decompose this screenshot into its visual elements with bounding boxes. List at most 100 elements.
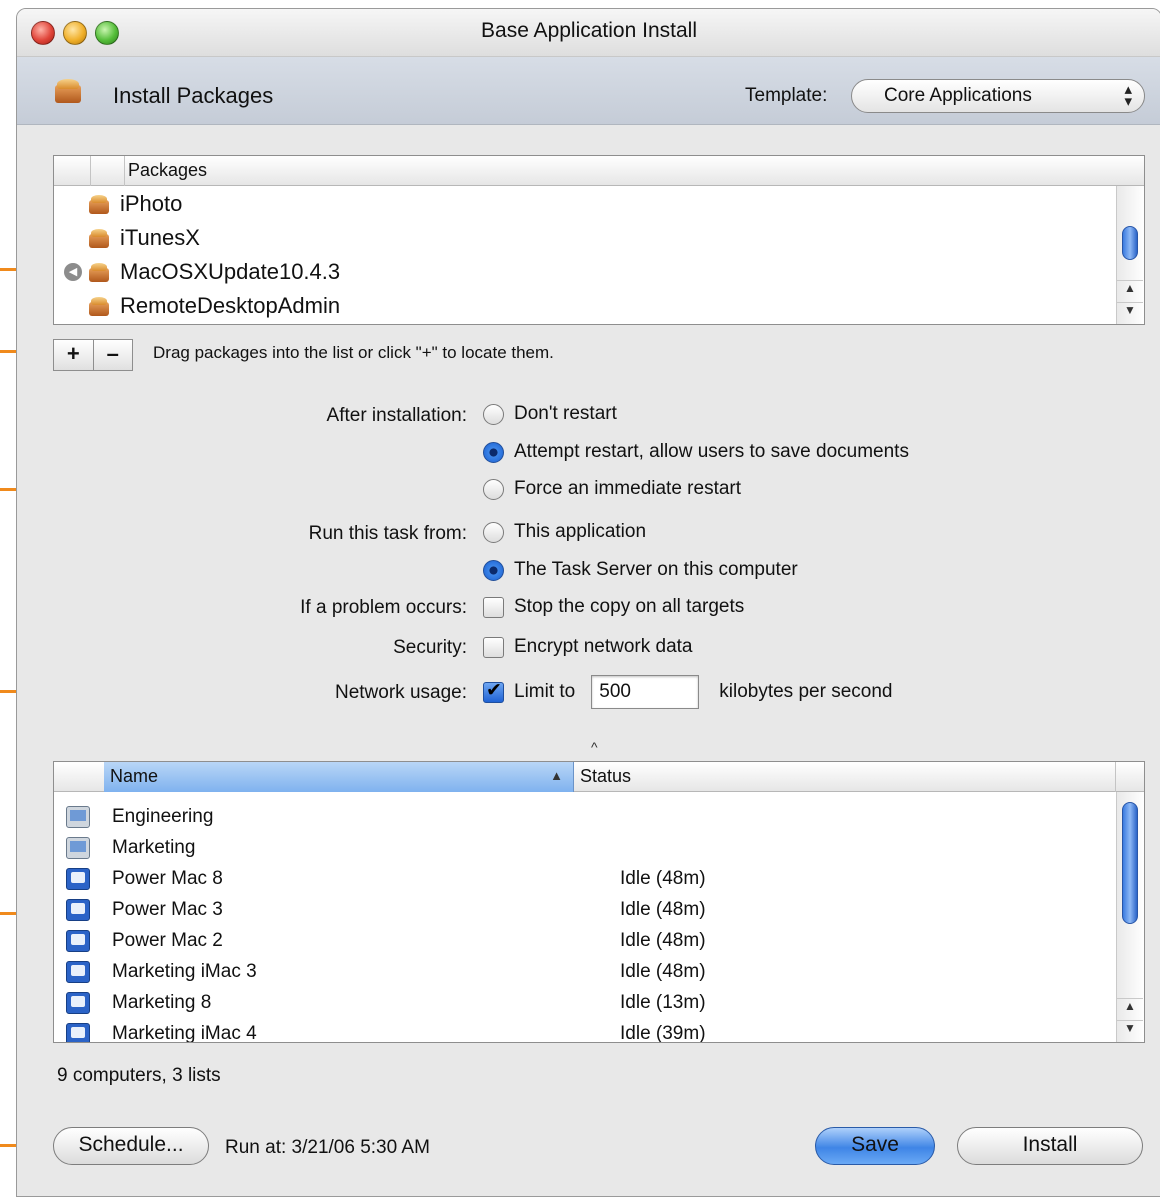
install-window: Base Application Install Install Package…	[16, 8, 1160, 1197]
checkbox-label: Limit to	[514, 681, 576, 702]
radio-task-server[interactable]: The Task Server on this computer	[483, 559, 798, 581]
bandwidth-unit: kilobytes per second	[719, 681, 893, 702]
package-name: MacOSXUpdate10.4.3	[120, 259, 341, 284]
package-row[interactable]: iTunesX	[88, 221, 200, 255]
radio-label: Force an immediate restart	[514, 478, 742, 499]
checkbox-stop-copy[interactable]: Stop the copy on all targets	[483, 596, 744, 618]
computer-row[interactable]: Marketing iMac 4 Idle (39m)	[66, 1018, 1116, 1043]
scroll-up-arrow-icon[interactable]: ▲	[1117, 280, 1143, 302]
package-name: iPhoto	[120, 191, 183, 216]
window-title: Base Application Install	[481, 19, 697, 42]
packages-header: Packages	[54, 156, 1144, 186]
bandwidth-field[interactable]: 500	[591, 675, 700, 709]
computers-scrollbar[interactable]: ▲ ▼	[1116, 792, 1144, 1042]
computer-icon	[66, 1022, 90, 1042]
packages-scrollbar[interactable]: ▲ ▼	[1116, 186, 1144, 324]
computer-icon	[66, 898, 90, 921]
radio-button[interactable]	[483, 403, 504, 425]
scroll-up-arrow-icon[interactable]: ▲	[1117, 998, 1143, 1020]
computer-row[interactable]: Marketing	[66, 832, 1116, 863]
radio-attempt-restart[interactable]: Attempt restart, allow users to save doc…	[483, 441, 909, 463]
computer-name: Power Mac 8	[112, 867, 223, 889]
package-name: iTunesX	[120, 225, 200, 250]
package-row[interactable]: ◀ MacOSXUpdate10.4.3	[64, 255, 341, 289]
toolbar-title: Install Packages	[113, 83, 274, 108]
packages-list[interactable]: Packages iPhoto iTunesX ◀ MacOSXUpdate10…	[53, 155, 1145, 325]
add-remove-control: + –	[53, 339, 133, 371]
package-icon	[88, 262, 110, 282]
computer-row[interactable]: Marketing iMac 3 Idle (48m)	[66, 956, 1116, 987]
computer-status: Idle (48m)	[620, 867, 706, 889]
package-icon	[88, 228, 110, 248]
computer-row[interactable]: Power Mac 3 Idle (48m)	[66, 894, 1116, 925]
template-label: Template:	[745, 85, 828, 106]
computer-name: Marketing 8	[112, 991, 212, 1013]
install-button[interactable]: Install	[957, 1127, 1143, 1165]
sort-caret-icon: ^	[591, 739, 598, 755]
scroll-down-arrow-icon[interactable]: ▼	[1117, 1020, 1143, 1042]
packages-scroll-thumb[interactable]	[1122, 226, 1138, 260]
checkbox[interactable]	[483, 636, 504, 658]
radio-button[interactable]	[483, 521, 504, 543]
radio-button-selected[interactable]	[483, 441, 504, 463]
radio-button[interactable]	[483, 478, 504, 500]
header-divider	[1115, 762, 1116, 792]
radio-label: Don't restart	[514, 403, 617, 424]
checkbox-label: Encrypt network data	[514, 636, 693, 657]
status-column-label: Status	[580, 766, 632, 786]
radio-this-application[interactable]: This application	[483, 521, 646, 543]
computer-icon	[66, 867, 90, 890]
packages-column-header[interactable]: Packages	[128, 160, 207, 181]
computers-header: Name ▲ Status	[54, 762, 1144, 792]
radio-force-restart[interactable]: Force an immediate restart	[483, 478, 741, 500]
radio-label: The Task Server on this computer	[514, 559, 798, 580]
run-from-label: Run this task from:	[308, 523, 467, 544]
computer-row[interactable]: Marketing 8 Idle (13m)	[66, 987, 1116, 1018]
security-label: Security:	[393, 637, 467, 658]
package-name: RemoteDesktopAdmin	[120, 293, 341, 318]
package-icon	[88, 194, 110, 214]
save-button[interactable]: Save	[815, 1127, 935, 1165]
checkbox-limit-checked[interactable]	[483, 679, 504, 703]
computers-list[interactable]: Name ▲ Status Engineering Marketing Powe…	[53, 761, 1145, 1043]
add-package-button[interactable]: +	[54, 340, 94, 370]
radio-button-selected[interactable]	[483, 559, 504, 581]
computer-icon	[66, 991, 90, 1014]
template-popup[interactable]: Core Applications ▴ ▾	[851, 79, 1145, 113]
title-bar[interactable]: Base Application Install	[17, 9, 1160, 57]
checkbox-encrypt[interactable]: Encrypt network data	[483, 636, 692, 658]
problem-label: If a problem occurs:	[300, 597, 467, 618]
computer-row[interactable]: Power Mac 2 Idle (48m)	[66, 925, 1116, 956]
toolbar: Install Packages Template: Core Applicat…	[17, 57, 1160, 125]
after-install-label: After installation:	[326, 405, 467, 426]
computer-row[interactable]: Power Mac 8 Idle (48m)	[66, 863, 1116, 894]
computer-name: Power Mac 3	[112, 898, 223, 920]
schedule-button[interactable]: Schedule...	[53, 1127, 209, 1165]
packages-hint: Drag packages into the list or click "+"…	[153, 343, 554, 362]
run-at-text: Run at: 3/21/06 5:30 AM	[225, 1137, 430, 1158]
computers-scroll-thumb[interactable]	[1122, 802, 1138, 924]
computer-icon	[66, 960, 90, 983]
name-column-label: Name	[110, 766, 159, 786]
status-column-header[interactable]: Status	[576, 762, 631, 787]
sort-ascending-icon: ▲	[550, 768, 563, 783]
computer-status: Idle (48m)	[620, 929, 706, 951]
name-column-header[interactable]: Name ▲	[104, 762, 574, 792]
package-row[interactable]: iPhoto	[88, 187, 182, 221]
scroll-down-arrow-icon[interactable]: ▼	[1117, 302, 1143, 324]
checkbox[interactable]	[483, 596, 504, 618]
computer-status: Idle (13m)	[620, 991, 706, 1013]
radio-dont-restart[interactable]: Don't restart	[483, 403, 617, 425]
radio-label: Attempt restart, allow users to save doc…	[514, 441, 909, 462]
remove-package-button[interactable]: –	[94, 340, 133, 370]
computer-name: Marketing iMac 4	[112, 1022, 257, 1043]
package-row[interactable]: RemoteDesktopAdmin	[88, 289, 340, 323]
header-divider	[124, 156, 125, 186]
package-icon	[88, 296, 110, 316]
computer-row[interactable]: Engineering	[66, 801, 1116, 832]
computer-status: Idle (48m)	[620, 898, 706, 920]
disclosure-triangle-icon[interactable]: ◀	[64, 263, 82, 281]
computer-status: Idle (39m)	[620, 1022, 706, 1043]
computer-list-icon	[66, 805, 90, 828]
computer-name: Marketing iMac 3	[112, 960, 257, 982]
